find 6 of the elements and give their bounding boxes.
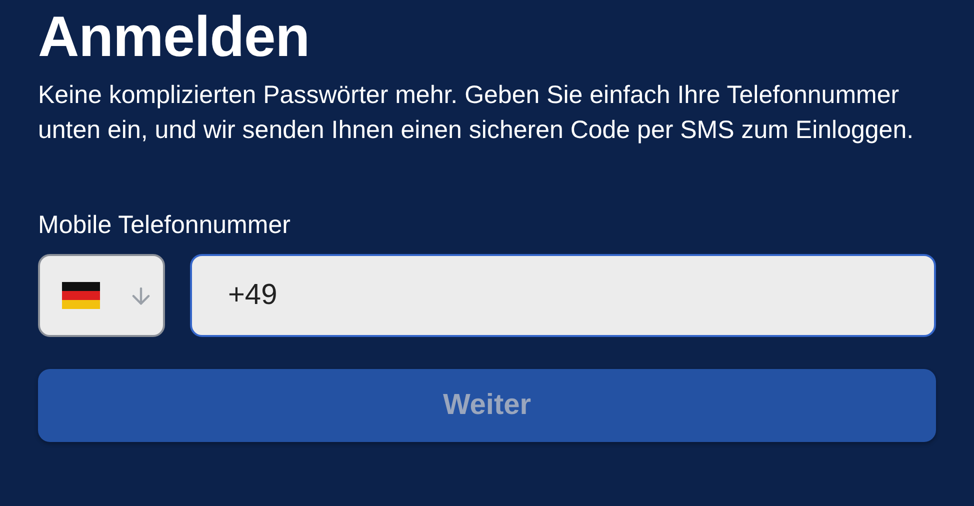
page-title: Anmelden xyxy=(38,4,311,70)
field-label: Mobile Telefonnummer xyxy=(38,210,290,241)
country-select[interactable] xyxy=(38,254,165,337)
phone-input[interactable]: +49 xyxy=(190,254,936,337)
flag-icon xyxy=(62,282,100,309)
description: Keine komplizierten Passwörter mehr. Geben Sie einfach Ihre Telefonnummer unten ein, und wir senden Ihnen einen sicheren Code per SMS zum Einloggen. xyxy=(38,80,915,146)
